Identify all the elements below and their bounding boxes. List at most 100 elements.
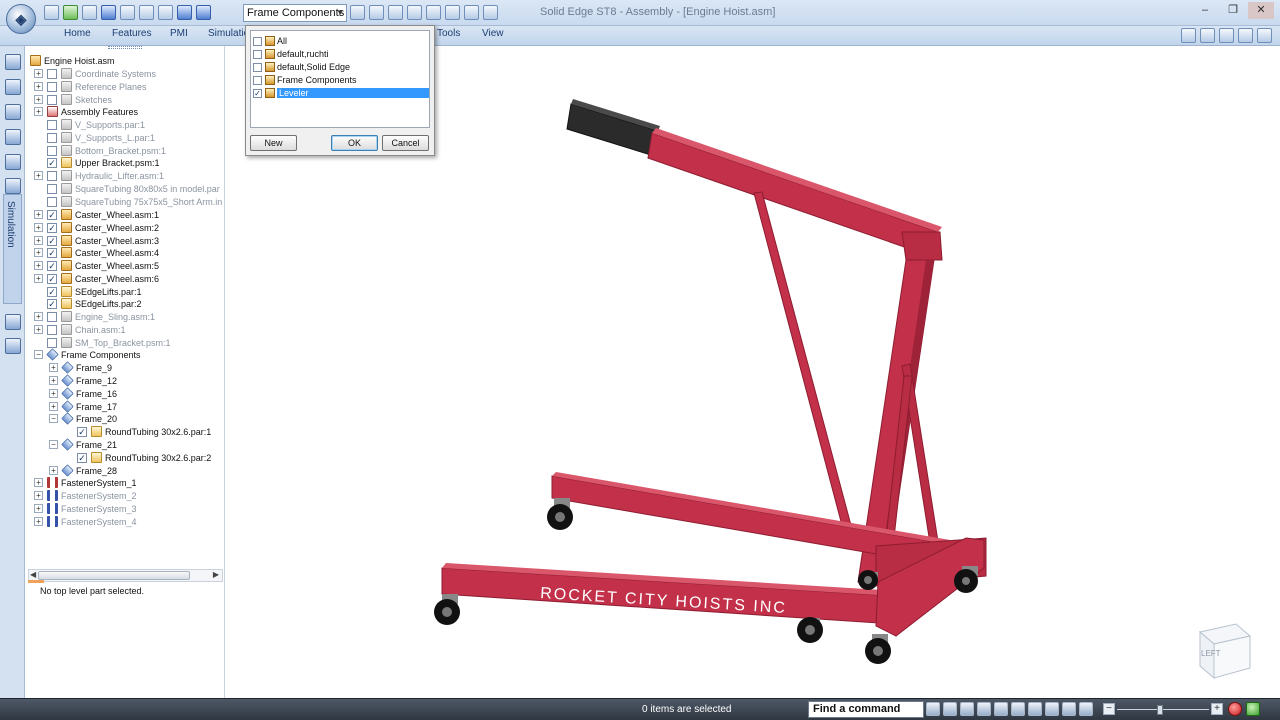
views-icon[interactable] xyxy=(1045,702,1059,716)
simulation-dock-tab[interactable]: Simulation xyxy=(3,194,22,304)
enter-icon[interactable] xyxy=(926,702,940,716)
tab-features[interactable]: Features xyxy=(112,28,151,39)
undo-icon[interactable] xyxy=(120,5,135,20)
expand-icon[interactable]: + xyxy=(34,325,43,334)
tree-item[interactable]: + Assembly Features xyxy=(34,105,138,118)
application-button[interactable]: ◈ xyxy=(6,4,36,34)
zoom-area-icon[interactable] xyxy=(943,702,957,716)
pathfinder-icon[interactable] xyxy=(5,54,21,70)
visibility-checkbox[interactable] xyxy=(47,132,57,143)
config-item-selected[interactable]: ✓ Leveler xyxy=(253,87,429,99)
visibility-checkbox[interactable] xyxy=(47,170,57,181)
tab-tools[interactable]: Tools xyxy=(437,28,460,39)
visibility-checkbox[interactable] xyxy=(47,311,57,322)
family-of-parts-icon[interactable] xyxy=(5,154,21,170)
visibility-checkbox[interactable]: ✓ xyxy=(47,298,57,309)
chevron-down-icon[interactable]: ▼ xyxy=(336,5,344,21)
pan-icon[interactable] xyxy=(994,702,1008,716)
expand-icon[interactable]: + xyxy=(34,261,43,270)
sketch-view-icon[interactable] xyxy=(1028,702,1042,716)
ribbon-close-icon[interactable] xyxy=(1257,28,1272,43)
expand-icon[interactable]: + xyxy=(34,223,43,232)
tab-simulation[interactable]: Simulatio xyxy=(208,28,249,39)
close-icon[interactable]: ✕ xyxy=(1248,2,1274,19)
help-icon[interactable] xyxy=(1181,28,1196,43)
ok-button[interactable]: OK xyxy=(331,135,378,151)
expand-icon[interactable]: + xyxy=(34,248,43,257)
find-command-input[interactable]: Find a command xyxy=(808,701,924,718)
properties-icon[interactable] xyxy=(177,5,192,20)
new-file-icon[interactable] xyxy=(44,5,59,20)
expand-icon[interactable]: + xyxy=(49,466,58,475)
expand-icon[interactable]: + xyxy=(49,389,58,398)
tree-item[interactable]: − Frame_20 xyxy=(49,412,117,425)
upload-icon[interactable] xyxy=(1246,702,1260,716)
config-checkbox[interactable] xyxy=(253,62,262,72)
visibility-checkbox[interactable]: ✓ xyxy=(47,247,57,258)
minimize-icon[interactable]: – xyxy=(1192,2,1218,19)
record-icon[interactable] xyxy=(1228,702,1242,716)
configuration-list[interactable]: All default,ruchti default,Solid Edge Fr… xyxy=(250,30,430,128)
tree-item[interactable]: + Reference Planes xyxy=(34,80,147,93)
open-file-icon[interactable] xyxy=(63,5,78,20)
config-checkbox[interactable]: ✓ xyxy=(253,88,262,98)
teamcenter-icon[interactable] xyxy=(5,338,21,354)
visibility-checkbox[interactable] xyxy=(47,183,57,194)
tree-item[interactable]: + Frame_12 xyxy=(49,374,117,387)
ribbon-options-icon[interactable] xyxy=(1200,28,1215,43)
customize-arrow-icon[interactable] xyxy=(483,5,498,20)
ribbon-minimize-icon[interactable] xyxy=(1219,28,1234,43)
tree-item[interactable]: V_Supports_L.par:1 xyxy=(34,131,155,144)
visibility-checkbox[interactable]: ✓ xyxy=(77,426,87,437)
expand-icon[interactable]: + xyxy=(34,478,43,487)
delete-config-icon[interactable] xyxy=(426,5,441,20)
visibility-checkbox[interactable]: ✓ xyxy=(47,209,57,220)
display-icon[interactable] xyxy=(1079,702,1093,716)
tree-item[interactable]: + ✓ Caster_Wheel.asm:5 xyxy=(34,259,159,272)
expand-icon[interactable]: + xyxy=(49,363,58,372)
tree-root[interactable]: Engine Hoist.asm xyxy=(30,54,115,67)
back-icon[interactable] xyxy=(196,5,211,20)
expand-icon[interactable]: + xyxy=(34,517,43,526)
restore-icon[interactable]: ❐ xyxy=(1220,2,1246,19)
zoom-track[interactable] xyxy=(1117,709,1209,710)
expand-icon[interactable]: + xyxy=(34,491,43,500)
tree-item[interactable]: ✓ SEdgeLifts.par:2 xyxy=(34,297,142,310)
tree-item[interactable]: + ✓ Caster_Wheel.asm:1 xyxy=(34,208,159,221)
sensors-icon[interactable] xyxy=(5,178,21,194)
visibility-checkbox[interactable]: ✓ xyxy=(47,157,57,168)
visibility-checkbox[interactable]: ✓ xyxy=(47,222,57,233)
visibility-checkbox[interactable] xyxy=(47,145,57,156)
visibility-checkbox[interactable]: ✓ xyxy=(47,235,57,246)
tree-item[interactable]: V_Supports.par:1 xyxy=(34,118,145,131)
tree-item[interactable]: + ✓ Caster_Wheel.asm:6 xyxy=(34,272,159,285)
undo-step-icon[interactable] xyxy=(139,5,154,20)
visibility-checkbox[interactable] xyxy=(47,68,57,79)
tree-item[interactable]: ✓ RoundTubing 30x2.6.par:1 xyxy=(77,425,211,438)
expand-icon[interactable]: + xyxy=(49,402,58,411)
visibility-checkbox[interactable]: ✓ xyxy=(47,273,57,284)
visibility-checkbox[interactable] xyxy=(47,119,57,130)
panel-grip[interactable] xyxy=(108,46,142,49)
tree-item[interactable]: − Frame_21 xyxy=(49,438,117,451)
folder-icon[interactable] xyxy=(350,5,365,20)
collapse-icon[interactable]: − xyxy=(49,414,58,423)
scroll-thumb[interactable] xyxy=(38,571,190,580)
collapse-icon[interactable]: − xyxy=(34,350,43,359)
zoom-in-icon[interactable]: + xyxy=(1211,703,1223,715)
tab-home[interactable]: Home xyxy=(64,28,91,39)
redo-icon[interactable] xyxy=(158,5,173,20)
save-icon[interactable] xyxy=(101,5,116,20)
config-item[interactable]: All xyxy=(253,35,429,47)
visibility-checkbox[interactable] xyxy=(47,81,57,92)
tree-item[interactable]: ✓ Upper Bracket.psm:1 xyxy=(34,156,160,169)
tree-item[interactable]: + ✓ Caster_Wheel.asm:4 xyxy=(34,246,159,259)
new-button[interactable]: New xyxy=(250,135,297,151)
tree-horizontal-scrollbar[interactable]: ◀ ▶ xyxy=(28,569,223,582)
expand-icon[interactable]: + xyxy=(34,95,43,104)
zoom-knob[interactable] xyxy=(1157,705,1163,715)
tree-item[interactable]: + Frame_9 xyxy=(49,361,112,374)
visibility-checkbox[interactable]: ✓ xyxy=(47,286,57,297)
folder-edit-icon[interactable] xyxy=(369,5,384,20)
visibility-checkbox[interactable] xyxy=(47,196,57,207)
